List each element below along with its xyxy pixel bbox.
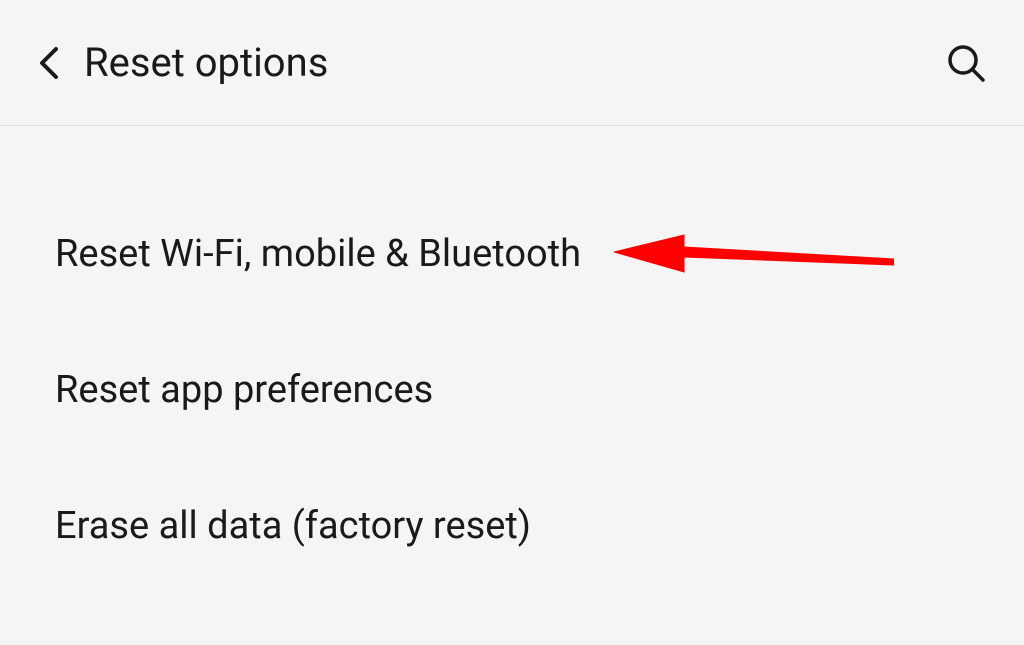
option-reset-network[interactable]: Reset Wi-Fi, mobile & Bluetooth	[0, 186, 1024, 322]
option-label: Reset app preferences	[55, 368, 433, 412]
option-label: Reset Wi-Fi, mobile & Bluetooth	[55, 232, 581, 276]
option-reset-app-prefs[interactable]: Reset app preferences	[0, 322, 1024, 458]
chevron-left-icon	[38, 45, 60, 81]
header: Reset options	[0, 0, 1024, 126]
option-label: Erase all data (factory reset)	[55, 504, 531, 548]
search-button[interactable]	[938, 35, 994, 91]
page-title: Reset options	[84, 39, 938, 86]
arrow-annotation	[614, 217, 894, 291]
options-list: Reset Wi-Fi, mobile & Bluetooth Reset ap…	[0, 126, 1024, 594]
option-factory-reset[interactable]: Erase all data (factory reset)	[0, 458, 1024, 594]
back-button[interactable]	[30, 37, 68, 89]
search-icon	[946, 43, 986, 83]
